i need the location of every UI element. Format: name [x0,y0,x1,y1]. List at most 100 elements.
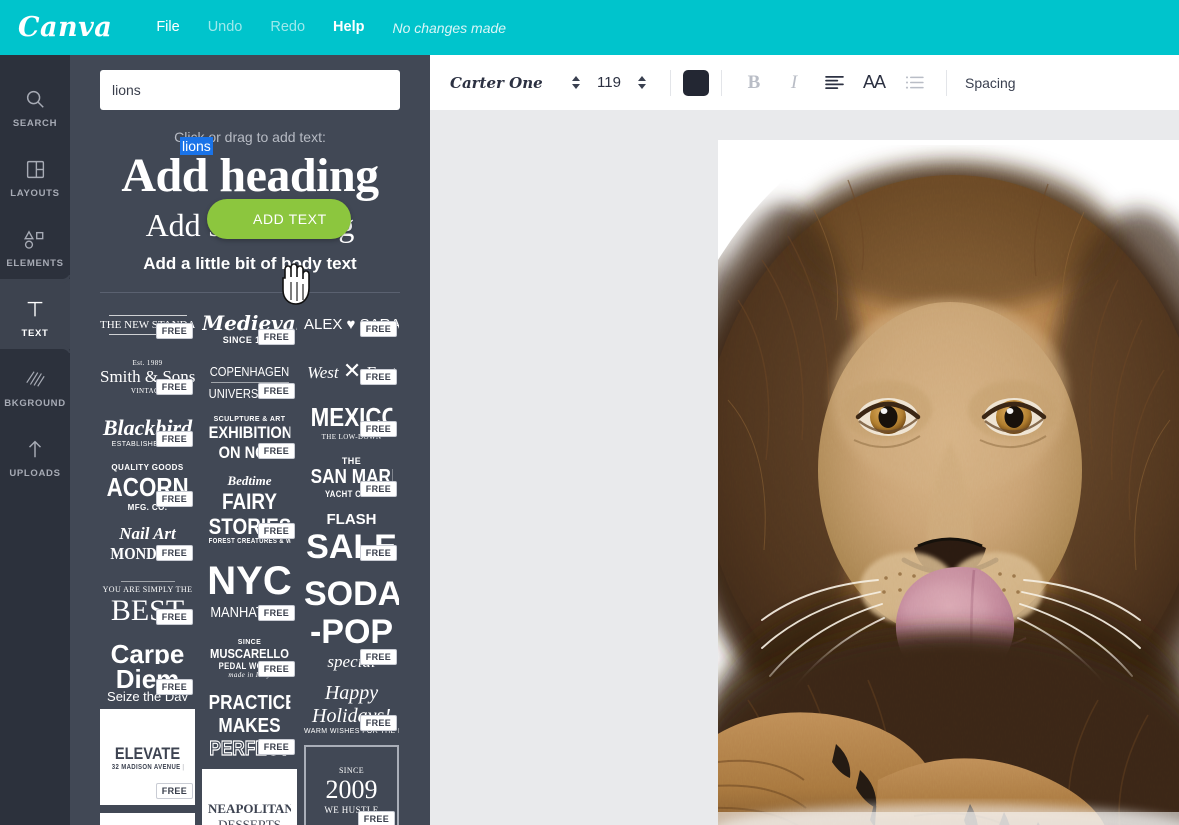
free-badge: FREE [257,739,295,756]
font-card-san-marino[interactable]: THE SAN MARINO YACHT CLUB FREE [304,451,399,503]
font-card-medieval[interactable]: Medieval SINCE 1611 FREE [202,305,297,351]
free-badge: FREE [257,605,295,622]
uploads-icon [24,435,46,463]
text-format-toolbar: Carter One 119 B I AA Spacing [430,55,1179,110]
free-badge: FREE [257,329,295,346]
menu-redo[interactable]: Redo [256,0,319,55]
font-card-partial-bottom[interactable] [100,813,195,825]
card-line: FOREST CREATURES & WOODLANDS [208,538,291,546]
card-line: QUALITY GOODS [111,462,184,472]
left-tool-rail: SEARCH LAYOUTS ELEMENTS TEXT BKGROUND UP… [0,55,70,825]
sidebar-item-layouts[interactable]: LAYOUTS [0,139,70,209]
sidebar-item-text[interactable]: TEXT [0,271,70,357]
font-card-practice-makes-perfect[interactable]: PRACTICE MAKES PERFECT FREE [202,691,297,761]
free-badge: FREE [359,545,397,562]
bullet-list-icon[interactable] [894,63,934,103]
card-line: Bedtime [227,473,272,489]
font-card-exhibition[interactable]: SCULPTURE & ART EXHIBITION ON NOW FREE [202,413,297,465]
card-line: Happy [324,681,379,704]
free-badge: FREE [155,323,193,340]
free-badge: FREE [359,321,397,338]
menu-help[interactable]: Help [319,0,378,55]
font-card-west-east[interactable]: West ✕ East FREE [304,351,399,391]
font-card-best[interactable]: YOU ARE SIMPLY THE BEST FREE [100,575,195,631]
text-case-button[interactable]: AA [854,63,894,103]
italic-button[interactable]: I [774,63,814,103]
font-card-mexico[interactable]: MEXICO THE LOW-DOWN FREE [304,399,399,443]
toolbar-separator [670,69,671,96]
card-line: FAIRY [221,488,278,514]
card-text-alex: ALEX [304,315,343,333]
font-card-nail-art[interactable]: Nail Art MONDAYS FREE [100,521,195,567]
font-card-alex-sara[interactable]: ALEX ♥ SARA FREE [304,305,399,343]
spacing-button[interactable]: Spacing [965,75,1016,91]
font-card-neapolitan[interactable]: NEAPOLITAN DESSERTS FREE [202,769,297,825]
font-card-smith-co[interactable]: Est. 1989 Smith & Sons VINTAGE FREE [100,353,195,401]
add-body-text-preset[interactable]: Add a little bit of body text [70,254,430,274]
card-line: DESSERTS [218,817,281,825]
font-card-muscarello[interactable]: SINCE MUSCARELLO PEDAL WORKS made in Ita… [202,635,297,683]
card-line: -POP [309,613,394,652]
card-line: SODA [304,575,399,614]
menu-undo[interactable]: Undo [194,0,257,55]
text-color-swatch[interactable] [683,69,709,96]
card-line: SINCE [338,765,365,775]
free-badge: FREE [359,369,397,386]
card-text-west: West [307,363,339,383]
font-card-the-new[interactable]: THE NEW STANDARD FREE [100,305,195,345]
free-badge: FREE [257,443,295,460]
add-text-button[interactable]: ADD TEXT [207,199,351,239]
free-badge: FREE [257,383,295,400]
font-card-flash-sale[interactable]: FLASH SALE FREE [304,511,399,567]
top-navigation-bar: Canva File Undo Redo Help No changes mad… [0,0,1179,55]
font-card-fairy-stories[interactable]: Bedtime FAIRY STORIES FOREST CREATURES &… [202,473,297,545]
sidebar-item-uploads[interactable]: UPLOADS [0,419,70,489]
search-input[interactable] [100,70,400,110]
card-line: Nail Art [119,524,176,544]
free-badge: FREE [359,715,397,732]
card-line: YOU ARE SIMPLY THE [102,585,193,595]
sidebar-label-uploads: UPLOADS [9,468,61,479]
menu-file[interactable]: File [142,0,193,55]
text-panel: lions Click or drag to add text: Add hea… [70,55,430,825]
card-line: NYC [207,559,292,604]
font-card-blackbird[interactable]: Blackbird ESTABLISHED 1850 FREE [100,409,195,453]
sidebar-item-search[interactable]: SEARCH [0,69,70,139]
sidebar-label-layouts: LAYOUTS [10,188,60,199]
toolbar-separator [721,69,722,96]
font-card-copenhagen[interactable]: COPENHAGEN UNIVERSITY PRESS FREE [202,359,297,405]
canva-logo[interactable]: Canva [18,12,112,43]
save-status-text: No changes made [392,19,507,36]
font-card-nyc[interactable]: NYC MANHATTAN FREE [202,553,297,627]
font-size-stepper[interactable] [572,76,580,89]
font-card-acorn[interactable]: QUALITY GOODS ACORN MFG. CO. FREE [100,461,195,513]
free-badge: FREE [257,523,295,540]
lion-photo[interactable] [718,140,1179,825]
card-line: COPENHAGEN [209,363,290,379]
font-card-happy-holidays[interactable]: Happy Holidays! WARM WISHES FOR THE NEW … [304,679,399,737]
sidebar-item-background[interactable]: BKGROUND [0,349,70,419]
free-badge: FREE [359,481,397,498]
cross-icon: ✕ [342,358,362,384]
panel-hint-text: Click or drag to add text: [174,129,326,145]
sidebar-item-elements[interactable]: ELEMENTS [0,209,70,279]
bold-button[interactable]: B [734,63,774,103]
font-card-elevate[interactable]: ELEVATE 32 MADISON AVENUE | CANADA FREE [100,709,195,806]
panel-divider [100,292,400,294]
add-heading-preset[interactable]: Add heading [70,150,430,201]
font-size-stepper-2[interactable] [638,76,646,89]
sidebar-label-elements: ELEMENTS [6,258,64,269]
free-badge: FREE [359,421,397,438]
card-line: PRACTICE [208,691,291,714]
text-icon [24,295,46,323]
search-icon [24,85,46,113]
font-card-carpe-diem[interactable]: Carpe Diem Seize the Day FREE [100,639,195,701]
align-left-icon[interactable] [814,63,854,103]
font-family-selector[interactable]: Carter One [450,74,560,92]
font-card-since-2009[interactable]: SINCE 2009 WE HUSTLE FREE [304,745,399,825]
design-canvas[interactable] [430,110,1179,825]
card-line: Est. 1989 [132,359,163,368]
font-size-value[interactable]: 119 [592,74,626,91]
canva-editor: Canva File Undo Redo Help No changes mad… [0,0,1179,825]
font-card-soda-pop[interactable]: SODA -POP special FREE [304,575,399,671]
